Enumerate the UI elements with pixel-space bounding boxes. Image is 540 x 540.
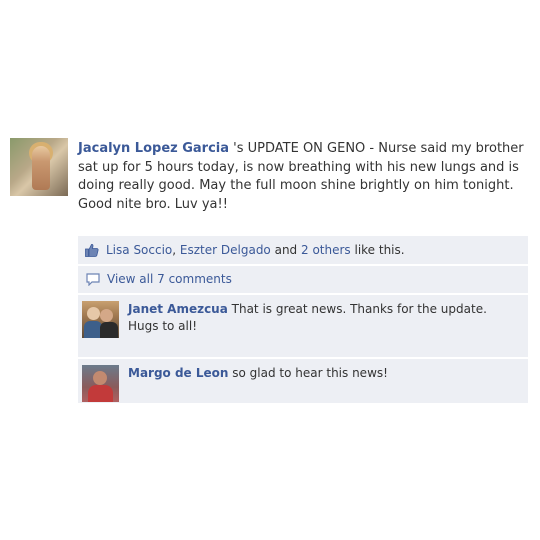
view-all-comments-link[interactable]: View all 7 comments (107, 272, 232, 286)
commenter-name-link[interactable]: Janet Amezcua (128, 302, 228, 316)
likes-separator: , (172, 243, 180, 257)
author-avatar[interactable] (10, 138, 68, 196)
comment-icon (86, 273, 100, 287)
likes-row: Lisa Soccio, Eszter Delgado and 2 others… (78, 236, 528, 266)
post-body: Jacalyn Lopez Garcia 's UPDATE ON GENO -… (78, 140, 528, 214)
like-user-link[interactable]: Lisa Soccio (106, 243, 172, 257)
comment-item: Margo de Leon so glad to hear this news! (78, 359, 528, 405)
feedback-box: Lisa Soccio, Eszter Delgado and 2 others… (78, 236, 528, 405)
commenter-avatar[interactable] (82, 301, 119, 338)
likes-suffix: like this. (350, 243, 405, 257)
likes-text: Lisa Soccio, Eszter Delgado and 2 others… (106, 243, 405, 257)
like-user-link[interactable]: Eszter Delgado (180, 243, 271, 257)
comment-body: Margo de Leon so glad to hear this news! (128, 365, 520, 382)
avatar-figure (100, 322, 118, 338)
avatar-face (100, 309, 113, 322)
avatar-figure (88, 385, 113, 402)
avatar-face (87, 307, 100, 320)
view-all-comments-row[interactable]: View all 7 comments (78, 266, 528, 295)
thumbs-up-icon (85, 243, 99, 257)
likes-and: and (270, 243, 301, 257)
likes-others-link[interactable]: 2 others (301, 243, 351, 257)
post-author-link[interactable]: Jacalyn Lopez Garcia (78, 141, 229, 156)
commenter-name-link[interactable]: Margo de Leon (128, 366, 228, 380)
comment-body: Janet Amezcua That is great news. Thanks… (128, 301, 520, 334)
avatar-face (93, 371, 107, 385)
comment-item: Janet Amezcua That is great news. Thanks… (78, 295, 528, 359)
comment-text: so glad to hear this news! (228, 366, 388, 380)
avatar-figure (32, 146, 50, 190)
commenter-avatar[interactable] (82, 365, 119, 402)
